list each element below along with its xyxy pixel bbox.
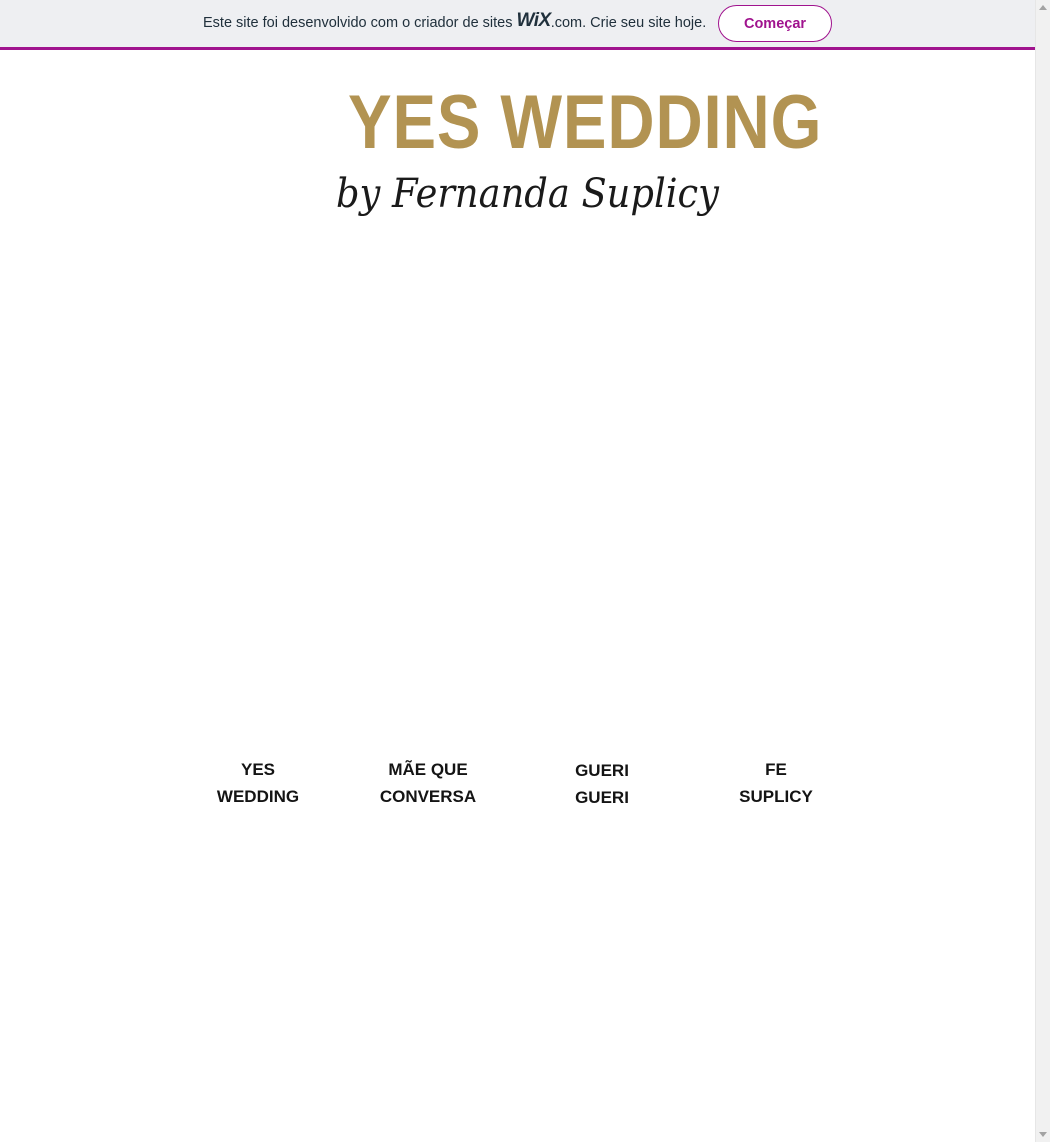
- start-button[interactable]: Começar: [718, 5, 832, 42]
- logo-subtitle: by Fernanda Suplicy: [336, 171, 719, 217]
- wix-promo-banner: Este site foi desenvolvido com o criador…: [0, 0, 1035, 50]
- chevron-up-icon[interactable]: [1039, 5, 1047, 10]
- chevron-down-icon[interactable]: [1039, 1132, 1047, 1137]
- page: Este site foi desenvolvido com o criador…: [0, 0, 1050, 1142]
- wix-promo-text[interactable]: Este site foi desenvolvido com o criador…: [203, 10, 707, 33]
- nav-item-label-line2: SUPLICY: [739, 787, 813, 806]
- wix-logo: WiX: [516, 10, 551, 31]
- wix-promo-text-before: Este site foi desenvolvido com o criador…: [203, 15, 513, 31]
- site-logo[interactable]: YES WEDDING by Fernanda Suplicy: [320, 80, 823, 230]
- nav-item-mae-que-conversa[interactable]: MÃE QUE CONVERSA: [363, 756, 493, 810]
- nav-item-gueri-gueri[interactable]: GUERI GUERI: [552, 757, 652, 811]
- logo-title: YES WEDDING: [348, 80, 823, 165]
- nav-item-label-line1: YES: [240, 760, 276, 779]
- nav-item-fe-suplicy[interactable]: FE SUPLICY: [716, 756, 836, 810]
- wix-dotcom: .com: [550, 15, 583, 31]
- nav-item-label-line2: WEDDING: [216, 787, 300, 806]
- nav-item-label-line1: FE: [765, 760, 787, 779]
- wix-promo-text-after: . Crie seu site hoje.: [582, 15, 707, 31]
- vertical-scrollbar[interactable]: [1035, 0, 1050, 1142]
- nav-item-label-line1: MÃE QUE: [388, 760, 468, 779]
- nav-item-label-line2: GUERI: [575, 788, 629, 807]
- nav-item-label-line2: CONVERSA: [379, 787, 477, 806]
- nav-item-label-line1: GUERI: [575, 761, 629, 780]
- nav-item-yes-wedding[interactable]: YES WEDDING: [198, 756, 318, 810]
